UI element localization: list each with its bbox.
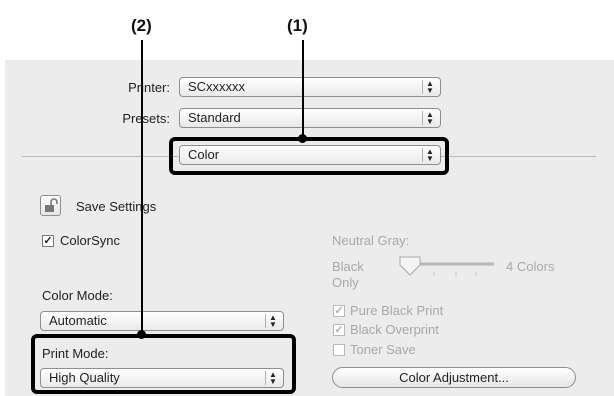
- callout-2-dot: [137, 330, 146, 339]
- neutral-gray-slider[interactable]: [398, 254, 498, 284]
- toner-save-checkbox[interactable]: [333, 344, 345, 356]
- save-settings-label: Save Settings: [76, 199, 157, 214]
- neutral-gray-4-colors-label: 4 Colors: [506, 259, 555, 274]
- popup-arrows-icon: ▲ ▼: [422, 80, 437, 95]
- color-mode-popup[interactable]: Automatic ▲ ▼: [40, 311, 284, 331]
- pure-black-print-label: Pure Black Print: [350, 303, 444, 318]
- neutral-gray-label: Neutral Gray:: [332, 233, 410, 248]
- callout-1-highlight-box: [169, 137, 449, 175]
- printer-label: Printer:: [128, 80, 170, 95]
- presets-popup[interactable]: Standard ▲ ▼: [179, 108, 441, 128]
- lock-icon: [45, 198, 58, 212]
- callout-label-2: (2): [131, 16, 152, 35]
- black-overprint-label: Black Overprint: [350, 322, 439, 337]
- callout-2-leader-line: [141, 40, 143, 334]
- colorsync-checkbox[interactable]: ✓: [42, 235, 54, 247]
- callout-2-highlight-box: [31, 334, 296, 394]
- presets-value: Standard: [188, 110, 241, 125]
- popup-arrows-icon: ▲ ▼: [422, 111, 437, 126]
- callout-1-dot: [298, 134, 307, 143]
- neutral-gray-black-only-label: Black Only: [332, 259, 364, 290]
- black-overprint-checkbox[interactable]: ✓: [333, 324, 345, 336]
- save-settings-button[interactable]: [40, 195, 61, 216]
- callout-label-1: (1): [287, 16, 308, 35]
- presets-label: Presets:: [122, 111, 170, 126]
- colorsync-label: ColorSync: [60, 233, 120, 248]
- color-mode-value: Automatic: [49, 313, 107, 328]
- pure-black-print-checkbox[interactable]: ✓: [333, 305, 345, 317]
- callout-1-leader-line: [302, 40, 304, 140]
- printer-popup[interactable]: SCxxxxxx ▲ ▼: [179, 77, 441, 97]
- color-adjustment-button[interactable]: Color Adjustment...: [332, 367, 576, 388]
- toner-save-label: Toner Save: [350, 342, 416, 357]
- printer-value: SCxxxxxx: [188, 79, 246, 94]
- color-mode-label: Color Mode:: [42, 288, 113, 303]
- popup-arrows-icon: ▲ ▼: [265, 314, 280, 329]
